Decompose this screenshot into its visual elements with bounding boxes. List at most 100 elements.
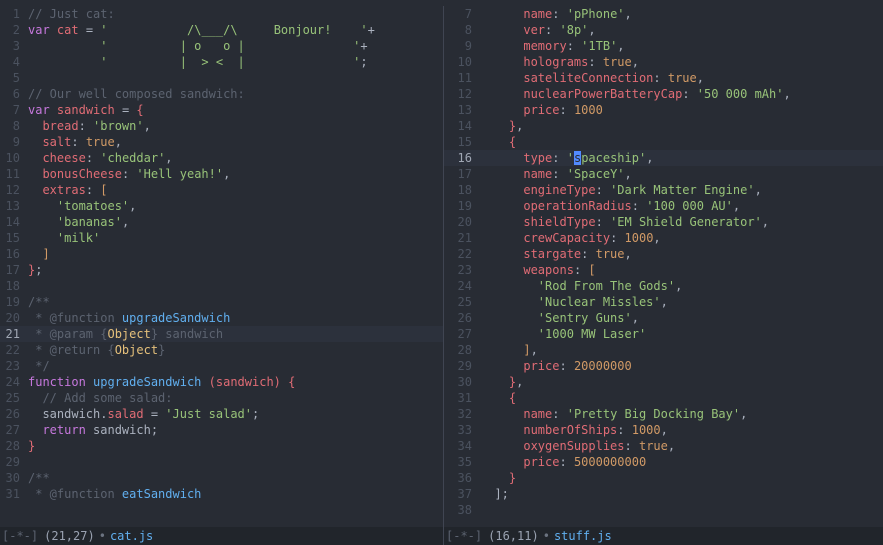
- code-content[interactable]: * @function upgradeSandwich: [28, 310, 443, 326]
- code-line[interactable]: 15 {: [444, 134, 883, 150]
- code-content[interactable]: }: [28, 438, 443, 454]
- code-line[interactable]: 2var cat = ' /\___/\ Bonjour! '+: [0, 22, 443, 38]
- code-content[interactable]: function upgradeSandwich (sandwich) {: [28, 374, 443, 390]
- code-line[interactable]: 20 shieldType: 'EM Shield Generator',: [444, 214, 883, 230]
- code-content[interactable]: salt: true,: [28, 134, 443, 150]
- code-line[interactable]: 36 }: [444, 470, 883, 486]
- code-content[interactable]: {: [480, 134, 883, 150]
- code-content[interactable]: 'bananas',: [28, 214, 443, 230]
- code-line[interactable]: 14 },: [444, 118, 883, 134]
- code-content[interactable]: */: [28, 358, 443, 374]
- code-content[interactable]: * @return {Object}: [28, 342, 443, 358]
- code-content[interactable]: // Add some salad:: [28, 390, 443, 406]
- code-content[interactable]: shieldType: 'EM Shield Generator',: [480, 214, 883, 230]
- code-content[interactable]: bread: 'brown',: [28, 118, 443, 134]
- right-code-area[interactable]: 7 name: 'pPhone',8 ver: '8p',9 memory: '…: [444, 6, 883, 527]
- code-content[interactable]: ' | > < | ';: [28, 54, 443, 70]
- code-line[interactable]: 18: [0, 278, 443, 294]
- code-content[interactable]: {: [480, 390, 883, 406]
- code-line[interactable]: 24function upgradeSandwich (sandwich) {: [0, 374, 443, 390]
- code-content[interactable]: var cat = ' /\___/\ Bonjour! '+: [28, 22, 443, 38]
- code-content[interactable]: },: [480, 374, 883, 390]
- code-line[interactable]: 21 crewCapacity: 1000,: [444, 230, 883, 246]
- code-content[interactable]: type: 'spaceship',: [480, 150, 883, 166]
- code-line[interactable]: 23 weapons: [: [444, 262, 883, 278]
- code-content[interactable]: 'Rod From The Gods',: [480, 278, 883, 294]
- code-line[interactable]: 15 'milk': [0, 230, 443, 246]
- code-content[interactable]: memory: '1TB',: [480, 38, 883, 54]
- code-line[interactable]: 14 'bananas',: [0, 214, 443, 230]
- code-line[interactable]: 22 stargate: true,: [444, 246, 883, 262]
- code-content[interactable]: ' | o o | '+: [28, 38, 443, 54]
- left-editor-pane[interactable]: 1// Just cat:2var cat = ' /\___/\ Bonjou…: [0, 6, 443, 545]
- code-line[interactable]: 28}: [0, 438, 443, 454]
- code-content[interactable]: nuclearPowerBatteryCap: '50 000 mAh',: [480, 86, 883, 102]
- code-content[interactable]: ];: [480, 486, 883, 502]
- code-content[interactable]: /**: [28, 470, 443, 486]
- code-line[interactable]: 16 ]: [0, 246, 443, 262]
- code-line[interactable]: 29: [0, 454, 443, 470]
- code-line[interactable]: 12 nuclearPowerBatteryCap: '50 000 mAh',: [444, 86, 883, 102]
- code-line[interactable]: 24 'Rod From The Gods',: [444, 278, 883, 294]
- code-content[interactable]: bonusCheese: 'Hell yeah!',: [28, 166, 443, 182]
- code-content[interactable]: oxygenSupplies: true,: [480, 438, 883, 454]
- code-content[interactable]: crewCapacity: 1000,: [480, 230, 883, 246]
- code-line[interactable]: 26 'Sentry Guns',: [444, 310, 883, 326]
- code-content[interactable]: ver: '8p',: [480, 22, 883, 38]
- code-line[interactable]: 13 price: 1000: [444, 102, 883, 118]
- code-line[interactable]: 31 * @function eatSandwich: [0, 486, 443, 502]
- code-content[interactable]: price: 5000000000: [480, 454, 883, 470]
- code-content[interactable]: name: 'pPhone',: [480, 6, 883, 22]
- code-line[interactable]: 30 },: [444, 374, 883, 390]
- code-content[interactable]: return sandwich;: [28, 422, 443, 438]
- code-content[interactable]: extras: [: [28, 182, 443, 198]
- code-line[interactable]: 5: [0, 70, 443, 86]
- code-line[interactable]: 29 price: 20000000: [444, 358, 883, 374]
- code-line[interactable]: 27 '1000 MW Laser': [444, 326, 883, 342]
- code-line[interactable]: 22 * @return {Object}: [0, 342, 443, 358]
- code-content[interactable]: name: 'SpaceY',: [480, 166, 883, 182]
- code-line[interactable]: 7var sandwich = {: [0, 102, 443, 118]
- left-code-area[interactable]: 1// Just cat:2var cat = ' /\___/\ Bonjou…: [0, 6, 443, 527]
- code-line[interactable]: 23 */: [0, 358, 443, 374]
- code-line[interactable]: 9 salt: true,: [0, 134, 443, 150]
- code-content[interactable]: // Just cat:: [28, 6, 443, 22]
- code-line[interactable]: 7 name: 'pPhone',: [444, 6, 883, 22]
- code-content[interactable]: name: 'Pretty Big Docking Bay',: [480, 406, 883, 422]
- code-line[interactable]: 11 sateliteConnection: true,: [444, 70, 883, 86]
- code-line[interactable]: 21 * @param {Object} sandwich: [0, 326, 443, 342]
- code-content[interactable]: weapons: [: [480, 262, 883, 278]
- code-line[interactable]: 33 numberOfShips: 1000,: [444, 422, 883, 438]
- code-content[interactable]: sateliteConnection: true,: [480, 70, 883, 86]
- code-line[interactable]: 8 ver: '8p',: [444, 22, 883, 38]
- code-line[interactable]: 27 return sandwich;: [0, 422, 443, 438]
- code-line[interactable]: 10 cheese: 'cheddar',: [0, 150, 443, 166]
- code-content[interactable]: // Our well composed sandwich:: [28, 86, 443, 102]
- code-line[interactable]: 25 // Add some salad:: [0, 390, 443, 406]
- code-line[interactable]: 1// Just cat:: [0, 6, 443, 22]
- code-content[interactable]: price: 20000000: [480, 358, 883, 374]
- code-content[interactable]: ]: [28, 246, 443, 262]
- code-line[interactable]: 4 ' | > < | ';: [0, 54, 443, 70]
- code-content[interactable]: operationRadius: '100 000 AU',: [480, 198, 883, 214]
- code-line[interactable]: 6// Our well composed sandwich:: [0, 86, 443, 102]
- right-editor-pane[interactable]: 7 name: 'pPhone',8 ver: '8p',9 memory: '…: [443, 6, 883, 545]
- code-content[interactable]: 'tomatoes',: [28, 198, 443, 214]
- code-line[interactable]: 18 engineType: 'Dark Matter Engine',: [444, 182, 883, 198]
- code-line[interactable]: 11 bonusCheese: 'Hell yeah!',: [0, 166, 443, 182]
- code-content[interactable]: * @function eatSandwich: [28, 486, 443, 502]
- code-content[interactable]: engineType: 'Dark Matter Engine',: [480, 182, 883, 198]
- code-line[interactable]: 35 price: 5000000000: [444, 454, 883, 470]
- code-content[interactable]: var sandwich = {: [28, 102, 443, 118]
- code-content[interactable]: numberOfShips: 1000,: [480, 422, 883, 438]
- code-line[interactable]: 13 'tomatoes',: [0, 198, 443, 214]
- code-content[interactable]: price: 1000: [480, 102, 883, 118]
- code-line[interactable]: 12 extras: [: [0, 182, 443, 198]
- code-content[interactable]: '1000 MW Laser': [480, 326, 883, 342]
- code-line[interactable]: 19 operationRadius: '100 000 AU',: [444, 198, 883, 214]
- code-content[interactable]: 'Nuclear Missles',: [480, 294, 883, 310]
- code-content[interactable]: 'milk': [28, 230, 443, 246]
- code-content[interactable]: stargate: true,: [480, 246, 883, 262]
- code-content[interactable]: sandwich.salad = 'Just salad';: [28, 406, 443, 422]
- code-line[interactable]: 25 'Nuclear Missles',: [444, 294, 883, 310]
